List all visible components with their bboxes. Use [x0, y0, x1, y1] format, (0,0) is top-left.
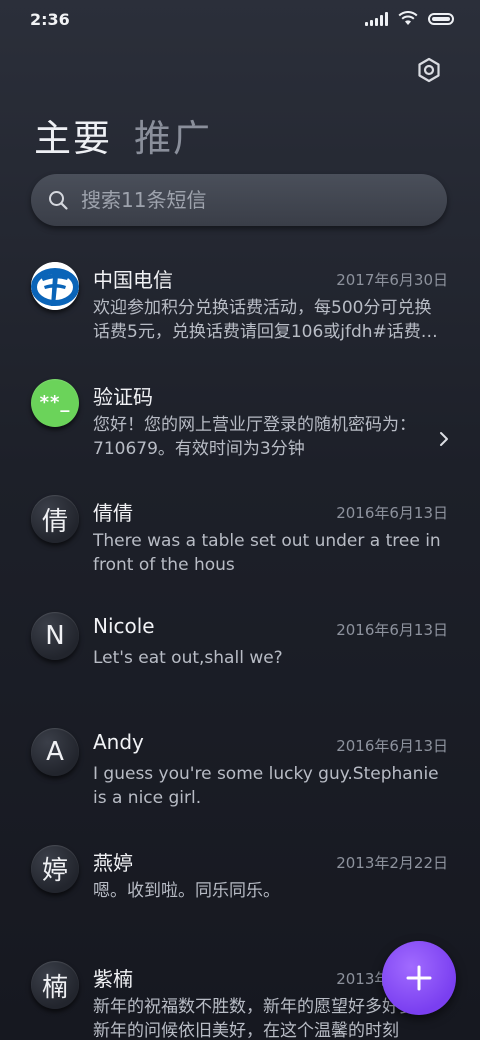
search-icon — [49, 191, 68, 210]
avatar: 婷 — [31, 844, 79, 893]
message-preview: Let's eat out,shall we? — [93, 647, 283, 668]
conversation-item[interactable]: A Andy 2016年6月13日 I guess you're some lu… — [0, 710, 480, 827]
message-preview: I guess you're some lucky guy.Stephanie … — [93, 764, 439, 808]
contact-name: 中国电信 — [93, 268, 173, 292]
tab-promotion[interactable]: 推广 — [134, 108, 212, 162]
search-input[interactable] — [79, 187, 423, 213]
message-date: 2016年6月13日 — [336, 737, 448, 755]
message-preview: 欢迎参加积分兑换话费活动，每500分可兑换话费5元，兑换话费请回复106或jfd… — [93, 298, 438, 342]
new-message-button[interactable] — [382, 941, 456, 1015]
chevron-right-icon[interactable] — [438, 429, 450, 449]
conversation-item[interactable]: N Nicole 2016年6月13日 Let's eat out,shall … — [0, 594, 480, 711]
message-date: 2017年6月30日 — [336, 271, 448, 289]
avatar: A — [31, 728, 79, 776]
search-bar[interactable] — [31, 174, 447, 226]
contact-name: 燕婷 — [93, 850, 133, 875]
status-time: 2:36 — [30, 10, 70, 29]
message-preview: 您好！您的网上营业厅登录的随机密码为：710679。有效时间为3分钟 — [93, 414, 416, 459]
settings-icon[interactable] — [416, 57, 442, 83]
avatar: 楠 — [31, 961, 79, 1009]
message-preview: 嗯。收到啦。同乐同乐。 — [93, 880, 280, 901]
message-date: 2013年2月22日 — [336, 853, 448, 872]
plus-icon — [406, 965, 432, 991]
china-telecom-logo-icon — [31, 262, 79, 310]
conversation-list: 中国电信 2017年6月30日 欢迎参加积分兑换话费活动，每500分可兑换话费5… — [0, 244, 480, 1040]
conversation-item[interactable]: 中国电信 2017年6月30日 欢迎参加积分兑换话费活动，每500分可兑换话费5… — [0, 244, 480, 361]
battery-icon — [428, 12, 454, 25]
status-icons — [365, 11, 454, 26]
conversation-item[interactable]: **_ 验证码 您好！您的网上营业厅登录的随机密码为：710679。有效时间为3… — [0, 361, 480, 478]
message-preview: There was a table set out under a tree i… — [93, 531, 441, 575]
contact-name: 倩倩 — [93, 501, 133, 525]
tab-bar: 主要 推广 — [34, 108, 212, 162]
conversation-item[interactable]: 倩 倩倩 2016年6月13日 There was a table set ou… — [0, 477, 480, 594]
wifi-icon — [398, 11, 418, 25]
contact-name: 紫楠 — [93, 967, 133, 991]
avatar: N — [31, 611, 79, 660]
avatar: 倩 — [31, 495, 79, 543]
conversation-item[interactable]: 婷 燕婷 2013年2月22日 嗯。收到啦。同乐同乐。 — [0, 827, 480, 944]
contact-name: Nicole — [93, 613, 155, 638]
message-date: 2016年6月13日 — [336, 504, 448, 522]
contact-name: Andy — [93, 730, 144, 754]
verification-code-avatar: **_ — [31, 378, 79, 427]
signal-icon — [365, 11, 388, 26]
contact-name: 验证码 — [93, 384, 153, 409]
message-date: 2016年6月13日 — [336, 620, 448, 639]
tab-primary[interactable]: 主要 — [34, 108, 112, 162]
status-bar: 2:36 — [0, 0, 480, 40]
